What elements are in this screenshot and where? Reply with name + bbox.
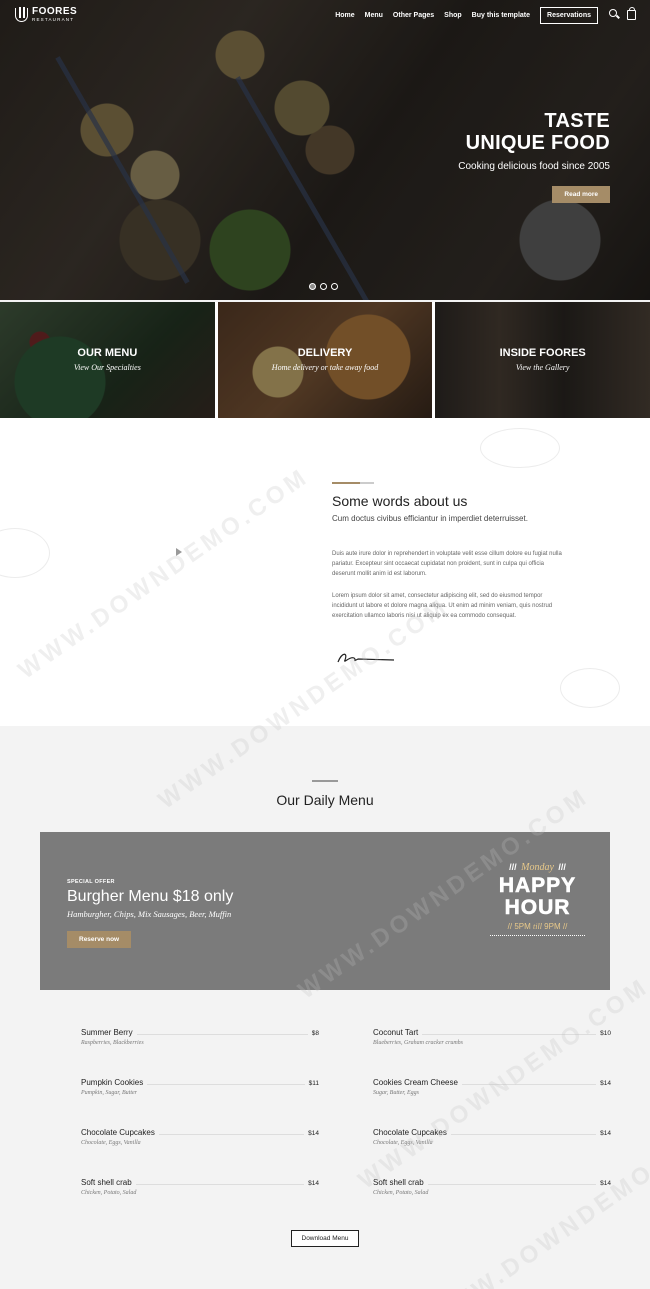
section-divider — [332, 482, 360, 484]
menu-item-ingredients: Chicken, Potato, Salad — [373, 1190, 429, 1196]
menu-item-name: Chocolate Cupcakes — [373, 1128, 447, 1137]
menu-item-name: Summer Berry — [81, 1028, 133, 1037]
slider-dot-2[interactable] — [320, 283, 327, 290]
brand-name: FOORES — [32, 6, 78, 17]
tile-delivery[interactable]: DELIVERY Home delivery or take away food — [217, 302, 433, 418]
brand-subtitle: RESTAURANT — [32, 17, 75, 22]
tile-subtitle: View the Gallery — [515, 363, 570, 372]
slider-dot-3[interactable] — [331, 283, 338, 290]
menu-item: Coconut Tart $10 Blueberries, Graham crac… — [373, 1028, 611, 1046]
menu-item: Summer Berry $8 Raspberries, Blackberries — [81, 1028, 319, 1046]
cart-icon[interactable] — [627, 7, 636, 20]
menu-item-ingredients: Blueberries, Graham cracker crumbs — [373, 1040, 463, 1046]
read-more-button[interactable]: Read more — [552, 186, 610, 203]
menu-item-price: $10 — [600, 1030, 611, 1037]
tile-title: DELIVERY — [297, 347, 353, 359]
nav-shop[interactable]: Shop — [444, 12, 462, 19]
section-divider — [312, 780, 338, 782]
daily-menu-title: Our Daily Menu — [276, 792, 374, 808]
hero-title-line1: TASTE — [544, 110, 610, 132]
happy-hour-badge: /// Monday /// HAPPY HOUR // 5PM till 9P… — [490, 857, 585, 936]
menu-item-name: Chocolate Cupcakes — [81, 1128, 155, 1137]
hero-slider: FOORES RESTAURANT Home Menu Other Pages … — [0, 0, 650, 300]
reserve-now-button[interactable]: Reserve now — [67, 931, 132, 948]
about-paragraph-2: Lorem ipsum dolor sit amet, consectetur … — [332, 593, 553, 619]
menu-item-name: Cookies Cream Cheese — [373, 1078, 458, 1087]
menu-item-ingredients: Chicken, Potato, Salad — [81, 1190, 137, 1196]
menu-item-ingredients: Pumpkin, Sugar, Butter — [81, 1090, 137, 1096]
main-nav: FOORES RESTAURANT Home Menu Other Pages … — [0, 0, 650, 30]
decorative-food-icon — [480, 428, 560, 468]
tile-subtitle: View Our Specialties — [73, 363, 141, 372]
nav-buy-template[interactable]: Buy this template — [472, 12, 530, 19]
special-offer-banner: SPECIAL OFFER Burgher Menu $18 only Hamb… — [40, 832, 610, 990]
tile-our-menu[interactable]: OUR MENU View Our Specialties — [0, 302, 215, 418]
daily-menu-section: Our Daily Menu SPECIAL OFFER Burgher Men… — [0, 726, 650, 1289]
menu-item-price: $14 — [600, 1080, 611, 1087]
menu-item-ingredients: Raspberries, Blackberries — [81, 1040, 144, 1046]
happy-hour-line2: HOUR — [504, 896, 571, 919]
logo[interactable]: FOORES RESTAURANT — [15, 7, 77, 23]
happy-hour-time: // 5PM till 9PM // — [507, 922, 568, 931]
menu-item-price: $14 — [308, 1180, 319, 1187]
tile-subtitle: Home delivery or take away food — [271, 363, 379, 372]
offer-tag: SPECIAL OFFER — [67, 879, 115, 885]
menu-item-price: $14 — [600, 1180, 611, 1187]
menu-item-name: Soft shell crab — [81, 1178, 132, 1187]
reservations-button[interactable]: Reservations — [540, 7, 598, 24]
about-lead: Cum doctus civibus efficiantur in imperd… — [332, 514, 528, 523]
hero-title-line2: UNIQUE FOOD — [465, 132, 610, 154]
menu-item: Pumpkin Cookies $11 Pumpkin, Sugar, Butte… — [81, 1078, 319, 1096]
menu-item-ingredients: Chocolate, Eggs, Vanilla — [81, 1140, 141, 1146]
menu-item-name: Pumpkin Cookies — [81, 1078, 144, 1087]
menu-item: Cookies Cream Cheese $14 Sugar, Butter, E… — [373, 1078, 611, 1096]
happy-hour-start: 5PM — [514, 922, 531, 931]
video-play-icon[interactable] — [176, 548, 182, 556]
about-section: Some words about us Cum doctus civibus e… — [0, 418, 650, 726]
tile-title: OUR MENU — [77, 347, 138, 359]
slider-dots — [309, 283, 338, 290]
menu-item-name: Coconut Tart — [373, 1028, 419, 1037]
tile-title: INSIDE FOORES — [499, 347, 586, 359]
hero-caption: TASTE UNIQUE FOOD Cooking delicious food… — [458, 110, 610, 203]
decorative-cup-icon — [0, 528, 50, 578]
happy-hour-day: Monday — [521, 862, 554, 873]
fork-logo-icon — [15, 6, 28, 22]
slider-dot-1[interactable] — [309, 283, 316, 290]
menu-item-name: Soft shell crab — [373, 1178, 424, 1187]
menu-item-ingredients: Chocolate, Eggs, Vanilla — [373, 1140, 433, 1146]
menu-item-price: $11 — [308, 1080, 319, 1087]
menu-item-price: $14 — [308, 1130, 319, 1137]
tile-inside-foores[interactable]: INSIDE FOORES View the Gallery — [435, 302, 650, 418]
menu-item: Soft shell crab $14 Chicken, Potato, Sala… — [373, 1178, 611, 1196]
nav-menu[interactable]: Menu — [365, 12, 383, 19]
hero-image-detail — [55, 56, 190, 284]
slashes-decoration: /// — [509, 862, 517, 872]
happy-hour-line1: HAPPY — [498, 874, 577, 897]
offer-description: Hamburgher, Chips, Mix Sausages, Beer, M… — [67, 909, 232, 919]
nav-other-pages[interactable]: Other Pages — [393, 12, 434, 19]
menu-item-ingredients: Sugar, Butter, Eggs — [373, 1090, 420, 1096]
dotted-divider — [490, 935, 585, 936]
search-icon[interactable] — [609, 9, 619, 19]
hero-image-detail — [235, 76, 370, 300]
happy-hour-till: till — [533, 922, 542, 931]
slashes-decoration: /// — [558, 862, 566, 872]
signature-image — [337, 653, 395, 663]
offer-title: Burgher Menu $18 only — [67, 888, 234, 905]
section-divider — [360, 482, 374, 484]
feature-tiles: OUR MENU View Our Specialties DELIVERY H… — [0, 302, 650, 418]
about-paragraph-1: Duis aute irure dolor in reprehendert in… — [332, 551, 562, 577]
download-menu-button[interactable]: Download Menu — [291, 1230, 359, 1247]
hero-subtitle: Cooking delicious food since 2005 — [458, 161, 610, 172]
decorative-food-icon — [560, 668, 620, 708]
menu-item: Soft shell crab $14 Chicken, Potato, Sala… — [81, 1178, 319, 1196]
menu-item-price: $8 — [311, 1030, 319, 1037]
happy-hour-end: 9PM — [544, 922, 561, 931]
about-title: Some words about us — [332, 493, 468, 509]
menu-item: Chocolate Cupcakes $14 Chocolate, Eggs, V… — [373, 1128, 611, 1146]
menu-item: Chocolate Cupcakes $14 Chocolate, Eggs, V… — [81, 1128, 319, 1146]
menu-item-price: $14 — [600, 1130, 611, 1137]
nav-home[interactable]: Home — [335, 12, 354, 19]
